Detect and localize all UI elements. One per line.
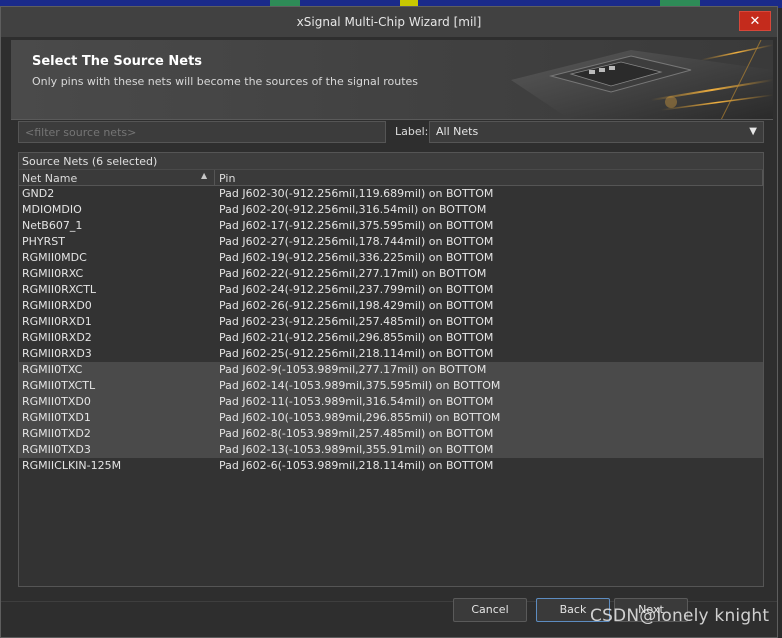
pin-cell: Pad J602-9(-1053.989mil,277.17mil) on BO… [219, 363, 487, 376]
table-row[interactable]: RGMII0RXC Pad J602-22(-912.256mil,277.17m… [19, 266, 763, 282]
close-button[interactable]: ✕ [739, 11, 771, 31]
table-row[interactable]: MDIOMDIO Pad J602-20(-912.256mil,316.54mi… [19, 202, 763, 218]
close-icon: ✕ [749, 14, 761, 29]
pin-cell: Pad J602-14(-1053.989mil,375.595mil) on … [219, 379, 501, 392]
label-dropdown[interactable]: All Nets ▼ [429, 121, 764, 143]
table-row[interactable]: RGMII0TXC Pad J602-9(-1053.989mil,277.17m… [19, 362, 763, 378]
net-name-cell: RGMII0TXC [22, 363, 83, 376]
pin-cell: Pad J602-23(-912.256mil,257.485mil) on B… [219, 315, 494, 328]
net-name-cell: RGMII0TXD2 [22, 427, 91, 440]
column-header-pin[interactable]: Pin [219, 172, 235, 185]
net-name-cell: GND2 [22, 187, 55, 200]
pin-cell: Pad J602-19(-912.256mil,336.225mil) on B… [219, 251, 494, 264]
table-row[interactable]: RGMII0RXD1 Pad J602-23(-912.256mil,257.48… [19, 314, 763, 330]
net-name-cell: RGMII0TXD1 [22, 411, 91, 424]
column-divider[interactable] [214, 170, 215, 186]
net-name-cell: RGMII0RXCTL [22, 283, 97, 296]
label-dropdown-value: All Nets [436, 125, 479, 138]
pin-cell: Pad J602-8(-1053.989mil,257.485mil) on B… [219, 427, 494, 440]
net-name-cell: RGMII0RXD1 [22, 315, 92, 328]
page-subtitle: Only pins with these nets will become th… [32, 75, 419, 88]
table-row[interactable]: RGMII0TXD0 Pad J602-11(-1053.989mil,316.5… [19, 394, 763, 410]
pin-cell: Pad J602-13(-1053.989mil,355.91mil) on B… [219, 443, 494, 456]
net-name-cell: RGMII0RXC [22, 267, 84, 280]
table-row[interactable]: RGMII0TXD3 Pad J602-13(-1053.989mil,355.9… [19, 442, 763, 458]
pin-cell: Pad J602-26(-912.256mil,198.429mil) on B… [219, 299, 494, 312]
window-title: xSignal Multi-Chip Wizard [mil] [296, 15, 482, 29]
net-name-cell: RGMII0RXD0 [22, 299, 92, 312]
table-row[interactable]: RGMII0RXD3 Pad J602-25(-912.256mil,218.11… [19, 346, 763, 362]
pin-cell: Pad J602-30(-912.256mil,119.689mil) on B… [219, 187, 494, 200]
pin-cell: Pad J602-22(-912.256mil,277.17mil) on BO… [219, 267, 487, 280]
pin-cell: Pad J602-25(-912.256mil,218.114mil) on B… [219, 347, 494, 360]
pin-cell: Pad J602-27(-912.256mil,178.744mil) on B… [219, 235, 494, 248]
table-row[interactable]: PHYRST Pad J602-27(-912.256mil,178.744mil… [19, 234, 763, 250]
title-bar[interactable]: xSignal Multi-Chip Wizard [mil] ✕ [1, 7, 777, 37]
net-name-cell: RGMIICLKIN-125M [22, 459, 122, 472]
chevron-down-icon: ▼ [749, 126, 757, 137]
table-row[interactable]: RGMIICLKIN-125M Pad J602-6(-1053.989mil,2… [19, 458, 763, 474]
table-row[interactable]: RGMII0MDC Pad J602-19(-912.256mil,336.225… [19, 250, 763, 266]
pin-cell: Pad J602-21(-912.256mil,296.855mil) on B… [219, 331, 494, 344]
net-name-cell: RGMII0RXD2 [22, 331, 92, 344]
wizard-header: Select The Source Nets Only pins with th… [11, 40, 773, 120]
net-name-cell: RGMII0TXD0 [22, 395, 91, 408]
pin-cell: Pad J602-6(-1053.989mil,218.114mil) on B… [219, 459, 494, 472]
column-divider [762, 170, 763, 186]
pin-cell: Pad J602-20(-912.256mil,316.54mil) on BO… [219, 203, 487, 216]
pin-cell: Pad J602-11(-1053.989mil,316.54mil) on B… [219, 395, 494, 408]
table-row[interactable]: RGMII0RXCTL Pad J602-24(-912.256mil,237.7… [19, 282, 763, 298]
sort-ascending-icon: ▲ [201, 171, 208, 180]
grid-rows: GND2 Pad J602-30(-912.256mil,119.689mil) … [19, 186, 763, 474]
net-name-cell: RGMII0RXD3 [22, 347, 92, 360]
net-name-cell: RGMII0MDC [22, 251, 87, 264]
table-row[interactable]: RGMII0RXD2 Pad J602-21(-912.256mil,296.85… [19, 330, 763, 346]
table-row[interactable]: NetB607_1 Pad J602-17(-912.256mil,375.595… [19, 218, 763, 234]
cancel-button[interactable]: Cancel [453, 598, 527, 622]
net-name-cell: PHYRST [22, 235, 65, 248]
table-row[interactable]: RGMII0RXD0 Pad J602-26(-912.256mil,198.42… [19, 298, 763, 314]
chip-illustration-icon [511, 40, 773, 119]
filter-source-nets-input[interactable] [18, 121, 386, 143]
column-header-net-name[interactable]: Net Name [22, 172, 77, 185]
net-name-cell: NetB607_1 [22, 219, 83, 232]
pin-cell: Pad J602-10(-1053.989mil,296.855mil) on … [219, 411, 501, 424]
label-caption: Label: [395, 125, 429, 138]
pin-cell: Pad J602-24(-912.256mil,237.799mil) on B… [219, 283, 494, 296]
source-nets-grid[interactable]: Source Nets (6 selected) Net Name ▲ Pin … [18, 152, 764, 587]
net-name-cell: RGMII0TXCTL [22, 379, 96, 392]
watermark: CSDN@lonely knight [590, 606, 770, 626]
table-row[interactable]: RGMII0TXD2 Pad J602-8(-1053.989mil,257.48… [19, 426, 763, 442]
table-row[interactable]: RGMII0TXCTL Pad J602-14(-1053.989mil,375.… [19, 378, 763, 394]
net-name-cell: MDIOMDIO [22, 203, 82, 216]
net-name-cell: RGMII0TXD3 [22, 443, 91, 456]
table-row[interactable]: GND2 Pad J602-30(-912.256mil,119.689mil) … [19, 186, 763, 202]
pin-cell: Pad J602-17(-912.256mil,375.595mil) on B… [219, 219, 494, 232]
page-title: Select The Source Nets [32, 54, 203, 69]
table-row[interactable]: RGMII0TXD1 Pad J602-10(-1053.989mil,296.8… [19, 410, 763, 426]
grid-column-header: Net Name ▲ Pin [19, 170, 763, 186]
grid-group-header: Source Nets (6 selected) [19, 153, 763, 170]
